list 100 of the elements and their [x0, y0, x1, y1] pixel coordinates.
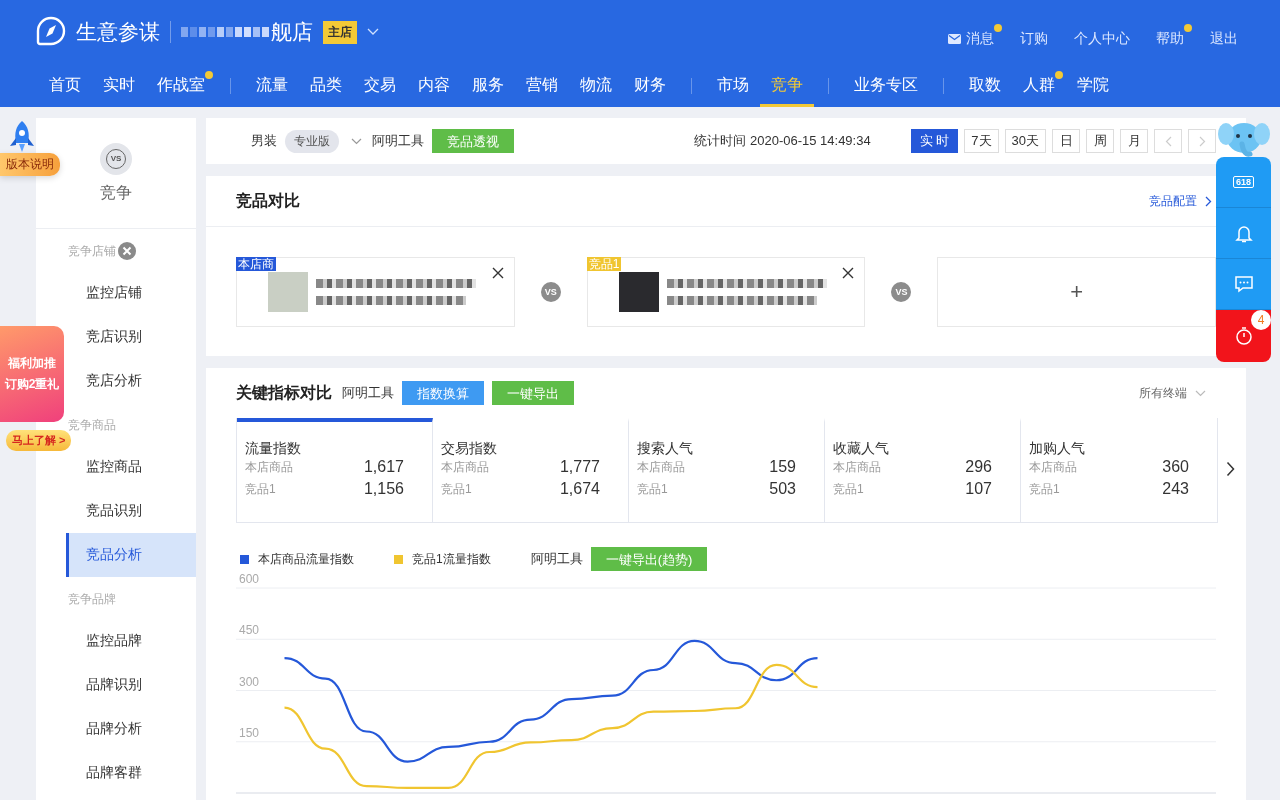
nav-tab[interactable]: 市场: [706, 64, 760, 107]
legend-label: 本店商品流量指数: [258, 550, 354, 568]
chevron-right-icon: [1205, 195, 1212, 207]
top-link[interactable]: 订购: [1020, 24, 1056, 50]
nav-tab[interactable]: 财务: [623, 64, 677, 107]
axis-tick-label: 150: [239, 725, 260, 740]
notification-button[interactable]: [1216, 208, 1271, 259]
nav-tab[interactable]: 竞争: [760, 64, 814, 107]
sidebar-item[interactable]: 品牌识别: [66, 663, 196, 707]
range-button[interactable]: 30天: [1004, 129, 1046, 153]
metric-label: 竞品1: [1029, 480, 1060, 498]
sidebar-title: 竞争: [100, 182, 132, 203]
product-photo-placeholder: [268, 272, 308, 312]
metric-label: 本店商品: [441, 458, 489, 476]
metric-label: 竞品1: [245, 480, 276, 498]
card-title: 关键指标对比: [236, 382, 332, 403]
convert-button[interactable]: 指数换算: [402, 381, 484, 405]
chevron-down-icon: [351, 137, 362, 145]
metric-label: 本店商品: [637, 458, 685, 476]
card-title: 竞品对比: [236, 190, 300, 211]
add-product-slot[interactable]: +: [937, 257, 1216, 327]
close-icon: [842, 267, 855, 279]
nav-tab[interactable]: 物流: [569, 64, 623, 107]
sidebar-item[interactable]: 竞店分析: [66, 359, 196, 403]
range-button[interactable]: 周: [1086, 129, 1114, 153]
chat-button[interactable]: [1216, 259, 1271, 310]
bell-icon: [1234, 223, 1253, 243]
learn-more-button[interactable]: 马上了解 >: [6, 430, 72, 451]
metric-value: 1,674: [559, 480, 600, 498]
metric-label: 本店商品: [245, 458, 293, 476]
sidebar-item[interactable]: 竞品分析: [66, 533, 196, 577]
metric-value: 243: [1162, 480, 1189, 498]
promo-text: 福利加推: [8, 355, 56, 372]
product-photo-placeholder: [618, 272, 659, 312]
metric-value: 503: [769, 480, 796, 498]
nav-tab[interactable]: 实时: [92, 64, 146, 107]
sidebar-item[interactable]: 品牌分析: [66, 707, 196, 751]
chevron-left-icon: [1164, 135, 1172, 147]
sidebar-item[interactable]: 品牌客群: [66, 751, 196, 795]
legend-label: 竞品1流量指数: [412, 550, 491, 568]
config-link[interactable]: 竞品配置: [1149, 192, 1212, 210]
promo-text: 订购2重礼: [4, 376, 60, 393]
metric-value: 107: [965, 480, 992, 498]
nav-tab[interactable]: 流量: [245, 64, 299, 107]
range-button[interactable]: 7天: [964, 129, 999, 153]
metric-value: 360: [1162, 458, 1189, 476]
close-icon: [491, 267, 504, 279]
top-link[interactable]: 个人中心: [1074, 24, 1138, 50]
metric-label: 本店商品: [833, 458, 881, 476]
metric-value: 1,777: [559, 458, 600, 476]
shop-name: 舰店: [271, 19, 313, 45]
tool-label: 阿明工具: [372, 132, 424, 150]
shop-badge: 主店: [323, 20, 357, 44]
nav-tab[interactable]: 内容: [407, 64, 461, 107]
nav-tab[interactable]: 服务: [461, 64, 515, 107]
nav-tab[interactable]: 营销: [515, 64, 569, 107]
terminal-dropdown[interactable]: 所有终端: [1139, 384, 1206, 402]
sidebar-item[interactable]: 竞品识别: [66, 489, 196, 533]
product-tag: 竞品1: [586, 257, 622, 271]
range-button[interactable]: 日: [1052, 129, 1080, 153]
vs-badge: VS: [540, 282, 561, 302]
chevron-right-icon: [1198, 135, 1206, 147]
tool-label: 阿明工具: [530, 550, 583, 568]
nav-tab[interactable]: 取数: [958, 64, 1012, 107]
ticket-button[interactable]: 618: [1216, 157, 1271, 208]
metric-tab[interactable]: 流量指数 本店商品 1,617 竞品1 1,156: [237, 418, 433, 522]
sidebar-item[interactable]: 监控店铺: [66, 271, 196, 315]
axis-tick-label: 600: [239, 572, 260, 586]
mail-icon: [948, 34, 961, 44]
metric-label: 竞品1: [637, 480, 668, 498]
top-link[interactable]: 消息: [948, 24, 1002, 50]
axis-tick-label: 450: [239, 623, 260, 638]
top-link[interactable]: 退出: [1210, 24, 1246, 50]
nav-tab[interactable]: 学院: [1066, 64, 1120, 107]
version-note-tag[interactable]: 版本说明: [0, 153, 60, 176]
app-title: 生意参谋: [76, 19, 160, 45]
nav-tab[interactable]: 作战室: [146, 64, 216, 107]
metric-title: 流量指数: [245, 440, 302, 456]
sidebar-item[interactable]: 监控品牌: [66, 619, 196, 663]
nav-tab[interactable]: 品类: [299, 64, 353, 107]
chevron-right-icon: [1226, 461, 1235, 477]
nav-tab[interactable]: 首页: [38, 64, 92, 107]
timer-button[interactable]: 4: [1216, 310, 1271, 362]
range-button[interactable]: 实 时: [910, 129, 959, 153]
edition-pill[interactable]: 专业版: [285, 129, 339, 153]
compass-icon: [36, 16, 66, 48]
top-link[interactable]: 帮助: [1156, 24, 1192, 50]
nav-tab[interactable]: 业务专区: [843, 64, 929, 107]
promo-banner[interactable]: 福利加推 订购2重礼: [0, 326, 64, 422]
axis-tick-label: 300: [239, 674, 260, 689]
nav-tab[interactable]: 交易: [353, 64, 407, 107]
prev-button[interactable]: [1154, 129, 1182, 153]
metric-label: 本店商品: [1029, 458, 1077, 476]
nav-tab[interactable]: 人群: [1012, 64, 1066, 107]
chevron-down-icon: [1195, 389, 1206, 397]
sidebar-item[interactable]: 竞店识别: [66, 315, 196, 359]
vs-icon: VS: [100, 142, 132, 175]
range-button[interactable]: 月: [1120, 129, 1148, 153]
product-tag: 本店商: [236, 257, 276, 271]
count-badge: 4: [1251, 310, 1271, 330]
